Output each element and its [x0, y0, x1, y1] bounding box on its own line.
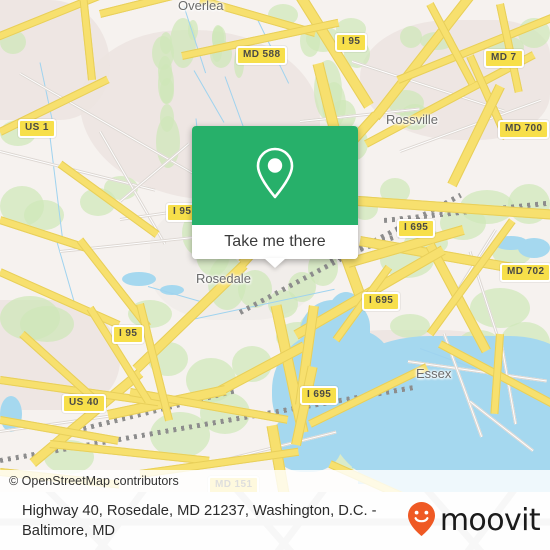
- highway-shield[interactable]: I 95: [112, 325, 145, 344]
- card-pointer-tail: [264, 258, 286, 268]
- highway-shield[interactable]: US 40: [62, 394, 106, 413]
- take-me-there-card[interactable]: Take me there: [192, 126, 358, 268]
- card-green-header: [192, 126, 358, 225]
- moovit-smiley-pin-icon: [407, 501, 436, 542]
- moovit-logo[interactable]: moovit: [407, 501, 541, 542]
- highway-shield[interactable]: US 1: [18, 119, 56, 138]
- footer-bar: Highway 40, Rosedale, MD 21237, Washingt…: [0, 492, 550, 550]
- highway-shield[interactable]: I 695: [362, 292, 401, 311]
- highway-shield[interactable]: MD 7: [484, 49, 524, 68]
- moovit-wordmark: moovit: [439, 503, 541, 538]
- moovit-map-page: Overlea Rossville Rosedale Essex MD 588 …: [0, 0, 550, 550]
- take-me-there-label: Take me there: [224, 233, 326, 250]
- highway-shield[interactable]: I 95: [335, 33, 368, 52]
- highway-shield[interactable]: MD 702: [500, 263, 550, 282]
- footer-content: Highway 40, Rosedale, MD 21237, Washingt…: [0, 492, 550, 550]
- highway-shield[interactable]: MD 700: [498, 120, 550, 139]
- highway-shield[interactable]: I 695: [397, 219, 436, 238]
- card-action-bar[interactable]: Take me there: [192, 225, 358, 259]
- highway-shield[interactable]: I 695: [300, 386, 339, 405]
- map-pin-icon: [253, 145, 297, 206]
- address-text: Highway 40, Rosedale, MD 21237, Washingt…: [22, 503, 377, 539]
- highway-shield[interactable]: MD 588: [236, 46, 288, 65]
- map-attribution[interactable]: © OpenStreetMap contributors: [0, 470, 550, 492]
